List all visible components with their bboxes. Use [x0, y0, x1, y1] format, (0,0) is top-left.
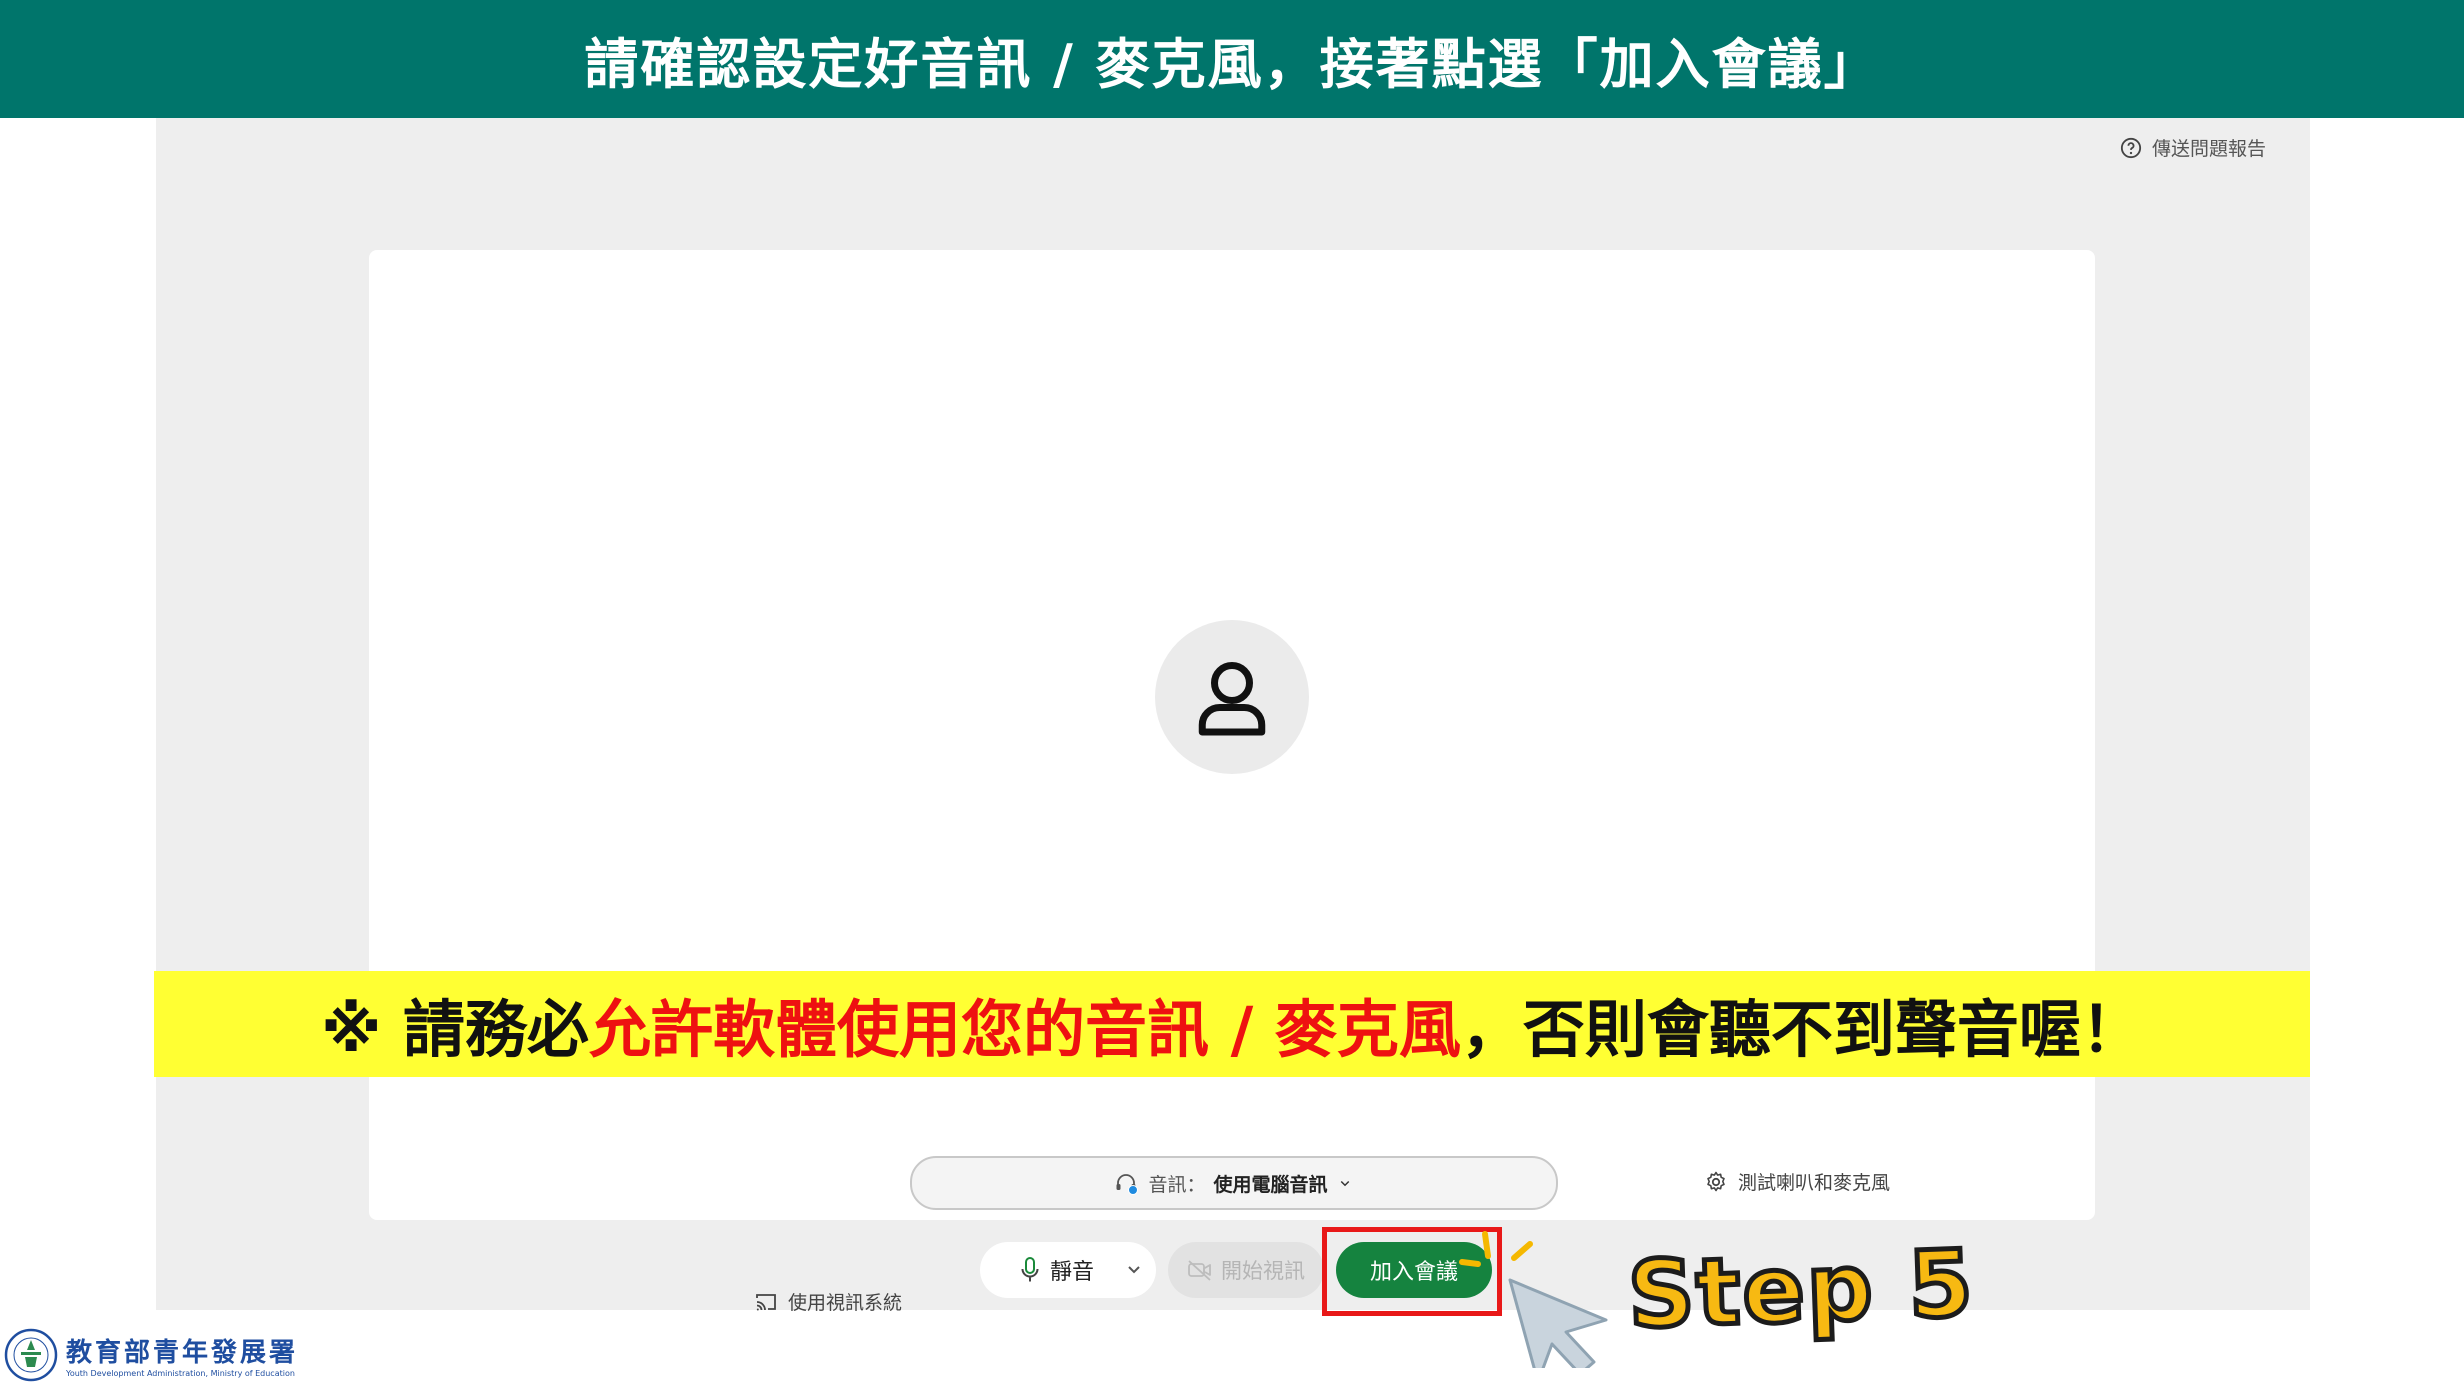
meeting-preview-window: 傳送問題報告 使用視訊系統 音訊： 使用電腦音訊 測試喇叭和麥克風 靜音 開始視…	[156, 118, 2310, 1314]
audio-label: 音訊：	[1148, 1173, 1206, 1196]
audio-value: 使用電腦音訊	[1213, 1173, 1328, 1196]
pointer-cursor-icon	[1459, 1231, 1608, 1368]
step-label: Step 5	[1624, 1227, 1979, 1351]
warning-prefix: ※ 請務必	[321, 993, 590, 1066]
video-camera-icon	[1188, 1260, 1211, 1281]
warning-highlight: 允許軟體使用您的音訊 / 麥克風	[589, 993, 1461, 1066]
report-problem-label: 傳送問題報告	[2151, 138, 2266, 160]
use-video-system-option[interactable]: 使用視訊系統	[754, 1288, 902, 1315]
test-speaker-mic-option[interactable]: 測試喇叭和麥克風	[1704, 1168, 1890, 1195]
avatar	[1155, 620, 1309, 774]
permission-warning-banner: ※ 請務必 允許軟體使用您的音訊 / 麥克風 ，否則會聽不到聲音喔！	[154, 971, 2310, 1077]
test-speaker-mic-label: 測試喇叭和麥克風	[1738, 1172, 1891, 1194]
instruction-banner: 請確認設定好音訊 / 麥克風，接著點選「加入會議」	[0, 0, 2464, 118]
start-video-label: 開始視訊	[1221, 1259, 1305, 1283]
audio-selector[interactable]: 音訊： 使用電腦音訊	[910, 1156, 1558, 1210]
use-video-system-label: 使用視訊系統	[788, 1292, 903, 1314]
mute-label: 靜音	[1050, 1260, 1095, 1285]
chevron-down-icon[interactable]	[1122, 1257, 1146, 1281]
headset-icon	[1116, 1174, 1139, 1195]
ministry-logo: 教育部青年發展署 Youth Development Administratio…	[4, 1326, 298, 1384]
gear-icon	[1707, 1171, 1725, 1191]
warning-suffix: ，否則會聽不到聲音喔！	[1460, 993, 2143, 1066]
ministry-name-chinese: 教育部青年發展署	[66, 1338, 299, 1368]
ministry-name-english: Youth Development Administration, Minist…	[66, 1369, 295, 1378]
report-problem-link[interactable]: 傳送問題報告	[2120, 134, 2266, 161]
cast-icon	[756, 1293, 776, 1310]
user-icon	[1198, 662, 1266, 736]
help-circle-icon	[2120, 137, 2142, 158]
banner-title: 請確認設定好音訊 / 麥克風，接著點選「加入會議」	[584, 32, 1880, 96]
chevron-down-icon	[1340, 1180, 1349, 1187]
mute-button[interactable]: 靜音	[980, 1242, 1156, 1298]
start-video-button[interactable]: 開始視訊	[1168, 1242, 1324, 1298]
microphone-icon	[1021, 1257, 1039, 1282]
ministry-seal-icon	[4, 1328, 58, 1382]
